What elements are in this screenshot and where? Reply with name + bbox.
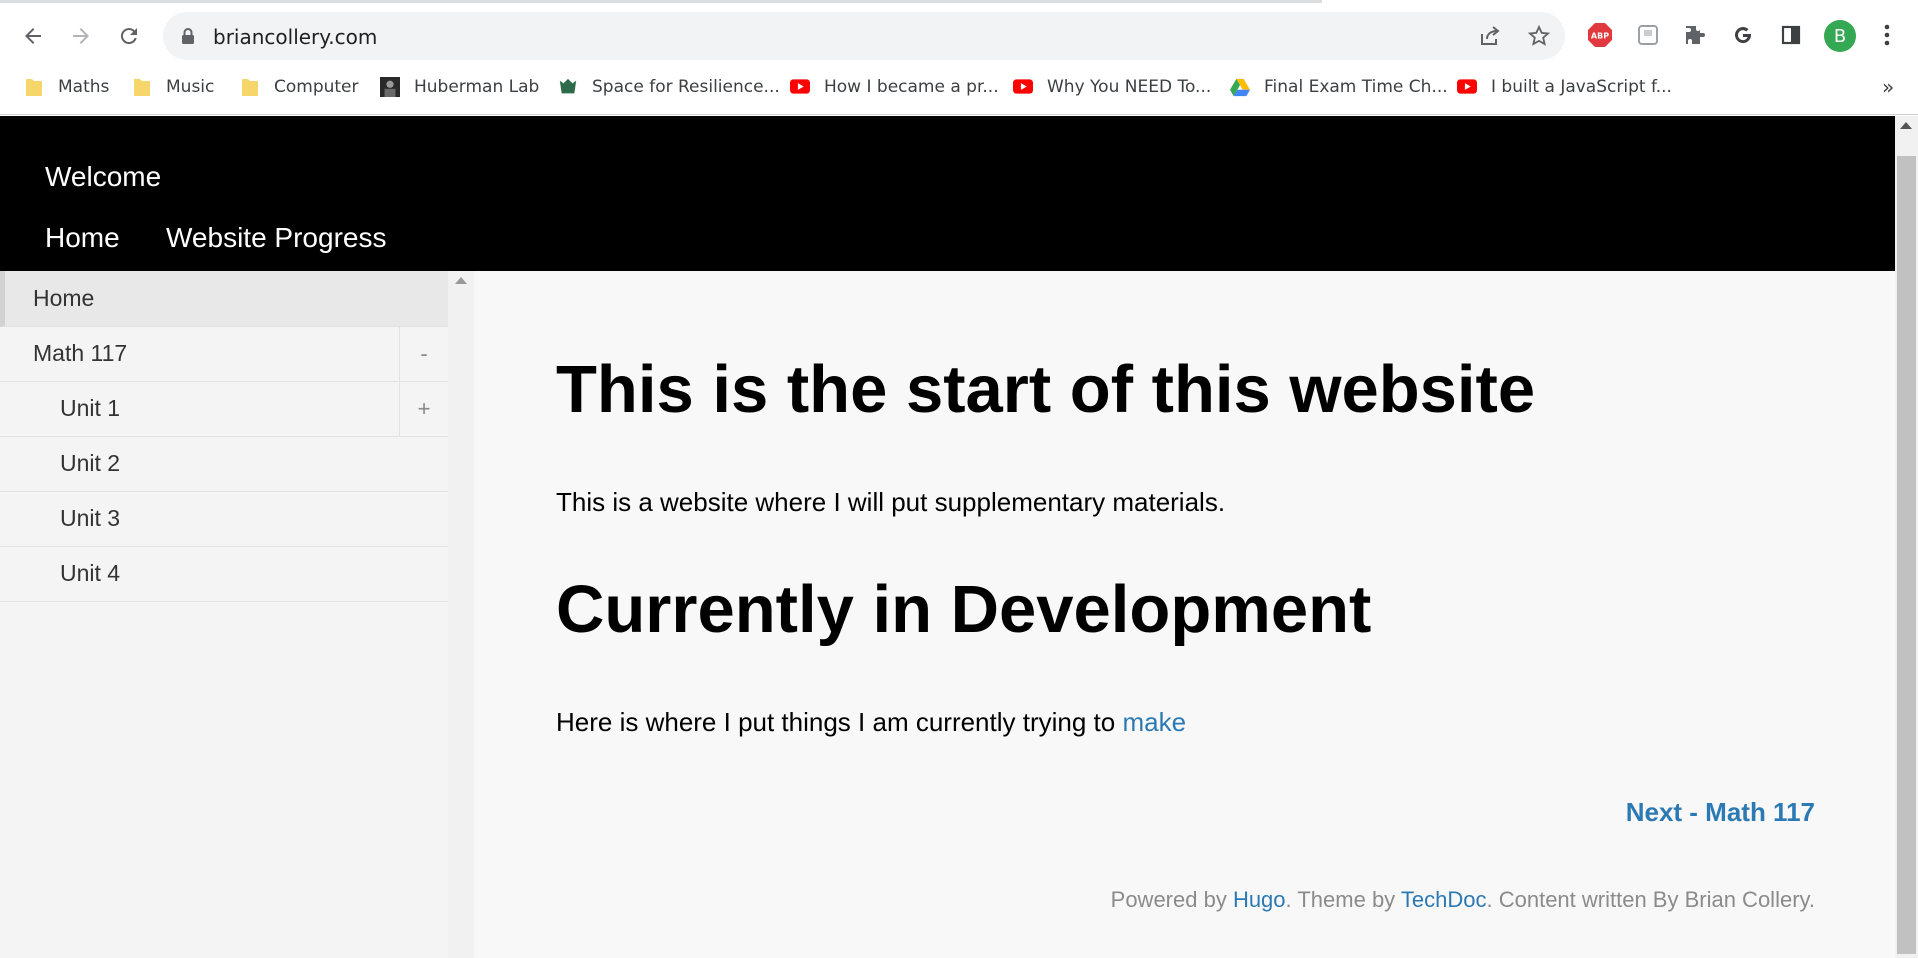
site-title[interactable]: Welcome bbox=[45, 161, 161, 193]
nav-home[interactable]: Home bbox=[45, 222, 120, 254]
address-bar[interactable]: briancollery.com bbox=[163, 12, 1565, 60]
grammarly-g-icon[interactable] bbox=[1726, 18, 1760, 52]
sidebar-item-unit-2[interactable]: Unit 2 bbox=[0, 436, 448, 492]
sidebar-item-label: Home bbox=[33, 285, 95, 311]
hugo-link[interactable]: Hugo bbox=[1233, 887, 1286, 912]
youtube-icon bbox=[1013, 77, 1033, 97]
bookmark-youtube-2[interactable]: Why You NEED To... bbox=[1013, 68, 1211, 105]
sidebar-item-label: Unit 1 bbox=[60, 395, 121, 421]
youtube-icon bbox=[790, 77, 810, 97]
bookmark-label: Music bbox=[166, 76, 215, 97]
star-bookmark-icon[interactable] bbox=[1525, 22, 1553, 50]
site-favicon bbox=[558, 77, 578, 97]
sidebar-item-label: Math 117 bbox=[33, 340, 128, 366]
paragraph-text: Here is where I put things I am currentl… bbox=[556, 707, 1123, 737]
nav-website-progress[interactable]: Website Progress bbox=[166, 222, 386, 254]
site-header: Welcome Home Website Progress bbox=[0, 116, 1895, 271]
reload-button[interactable] bbox=[110, 17, 148, 55]
techdoc-link[interactable]: TechDoc bbox=[1401, 887, 1487, 912]
google-drive-icon bbox=[1230, 77, 1250, 97]
bookmark-space-for-resilience[interactable]: Space for Resilience... bbox=[558, 68, 780, 105]
clipboard-extension-icon[interactable] bbox=[1631, 18, 1665, 52]
youtube-icon bbox=[1457, 77, 1477, 97]
bookmark-label: Final Exam Time Ch... bbox=[1264, 76, 1448, 97]
bookmarks-bar: Maths Music Computer Huberman Lab Space … bbox=[0, 68, 1918, 105]
adblock-extension-icon[interactable]: ABP bbox=[1583, 18, 1617, 52]
make-link[interactable]: make bbox=[1122, 707, 1186, 737]
more-bookmarks-button[interactable]: » bbox=[1882, 68, 1894, 105]
browser-toolbar: briancollery.com ABP B bbox=[0, 3, 1918, 65]
bookmark-label: Why You NEED To... bbox=[1047, 76, 1212, 97]
bookmark-folder-computer[interactable]: Computer bbox=[240, 68, 359, 105]
sidebar: Home Math 117 - Unit 1 + Unit 2 Unit 3 U… bbox=[0, 271, 448, 958]
sidebar-item-label: Unit 4 bbox=[60, 560, 121, 586]
sidebar-item-unit-3[interactable]: Unit 3 bbox=[0, 491, 448, 547]
bookmark-youtube-1[interactable]: How I became a pr... bbox=[790, 68, 999, 105]
next-page-link[interactable]: Next - Math 117 bbox=[1626, 797, 1815, 828]
bookmark-label: Computer bbox=[274, 76, 359, 97]
bookmark-label: Huberman Lab bbox=[414, 76, 540, 97]
footer-text: . Content written By Brian Collery. bbox=[1486, 887, 1816, 912]
lock-icon bbox=[182, 28, 194, 44]
footer-text: . Theme by bbox=[1285, 887, 1401, 912]
url-text[interactable]: briancollery.com bbox=[213, 25, 377, 49]
section-heading: Currently in Development bbox=[556, 572, 1372, 647]
forward-button[interactable] bbox=[62, 17, 100, 55]
sidebar-item-unit-1[interactable]: Unit 1 + bbox=[0, 381, 448, 437]
podcast-favicon bbox=[380, 76, 400, 97]
expand-toggle[interactable]: + bbox=[399, 381, 448, 436]
kebab-menu-icon[interactable] bbox=[1870, 18, 1904, 52]
bookmark-label: How I became a pr... bbox=[824, 76, 999, 97]
sidebar-item-math-117[interactable]: Math 117 - bbox=[0, 326, 448, 382]
development-paragraph: Here is where I put things I am currentl… bbox=[556, 707, 1186, 738]
folder-icon bbox=[240, 77, 260, 97]
sidebar-item-label: Unit 3 bbox=[60, 505, 121, 531]
sidebar-item-home[interactable]: Home bbox=[0, 271, 448, 327]
bookmark-folder-maths[interactable]: Maths bbox=[24, 68, 109, 105]
page-scrollbar[interactable] bbox=[1895, 116, 1918, 958]
folder-icon bbox=[24, 77, 44, 97]
sidebar-scrollbar[interactable] bbox=[448, 271, 474, 958]
arrow-left-icon bbox=[25, 28, 41, 44]
sidebar-item-unit-4[interactable]: Unit 4 bbox=[0, 546, 448, 602]
arrow-right-icon bbox=[73, 28, 89, 44]
profile-avatar[interactable]: B bbox=[1824, 20, 1856, 52]
side-panel-icon[interactable] bbox=[1774, 18, 1808, 52]
bookmark-label: Maths bbox=[58, 76, 110, 97]
scrollbar-thumb[interactable] bbox=[1897, 156, 1916, 954]
bookmark-youtube-3[interactable]: I built a JavaScript f... bbox=[1457, 68, 1672, 105]
chrome-divider bbox=[0, 114, 1918, 115]
bookmark-label: Space for Resilience... bbox=[592, 76, 780, 97]
browser-chrome: briancollery.com ABP B Maths Music Compu… bbox=[0, 0, 1918, 116]
footer: Powered by Hugo. Theme by TechDoc. Conte… bbox=[1111, 887, 1815, 913]
bookmark-huberman-lab[interactable]: Huberman Lab bbox=[380, 68, 539, 105]
intro-paragraph: This is a website where I will put suppl… bbox=[556, 487, 1226, 517]
scroll-up-arrow-icon[interactable] bbox=[1900, 122, 1912, 129]
collapse-toggle[interactable]: - bbox=[399, 326, 448, 381]
puzzle-extensions-icon[interactable] bbox=[1678, 18, 1712, 52]
bookmark-label: I built a JavaScript f... bbox=[1491, 76, 1672, 97]
back-button[interactable] bbox=[14, 17, 52, 55]
bookmark-google-drive[interactable]: Final Exam Time Ch... bbox=[1230, 68, 1448, 105]
share-icon[interactable] bbox=[1476, 22, 1504, 50]
footer-text: Powered by bbox=[1110, 887, 1233, 912]
bookmark-folder-music[interactable]: Music bbox=[132, 68, 214, 105]
svg-text:ABP: ABP bbox=[1591, 32, 1609, 41]
scroll-up-arrow-icon[interactable] bbox=[455, 277, 467, 284]
page-heading: This is the start of this website bbox=[556, 352, 1536, 427]
sidebar-item-label: Unit 2 bbox=[60, 450, 121, 476]
reload-icon bbox=[120, 28, 137, 45]
folder-icon bbox=[132, 77, 152, 97]
main-content: This is the start of this website This i… bbox=[474, 271, 1895, 958]
